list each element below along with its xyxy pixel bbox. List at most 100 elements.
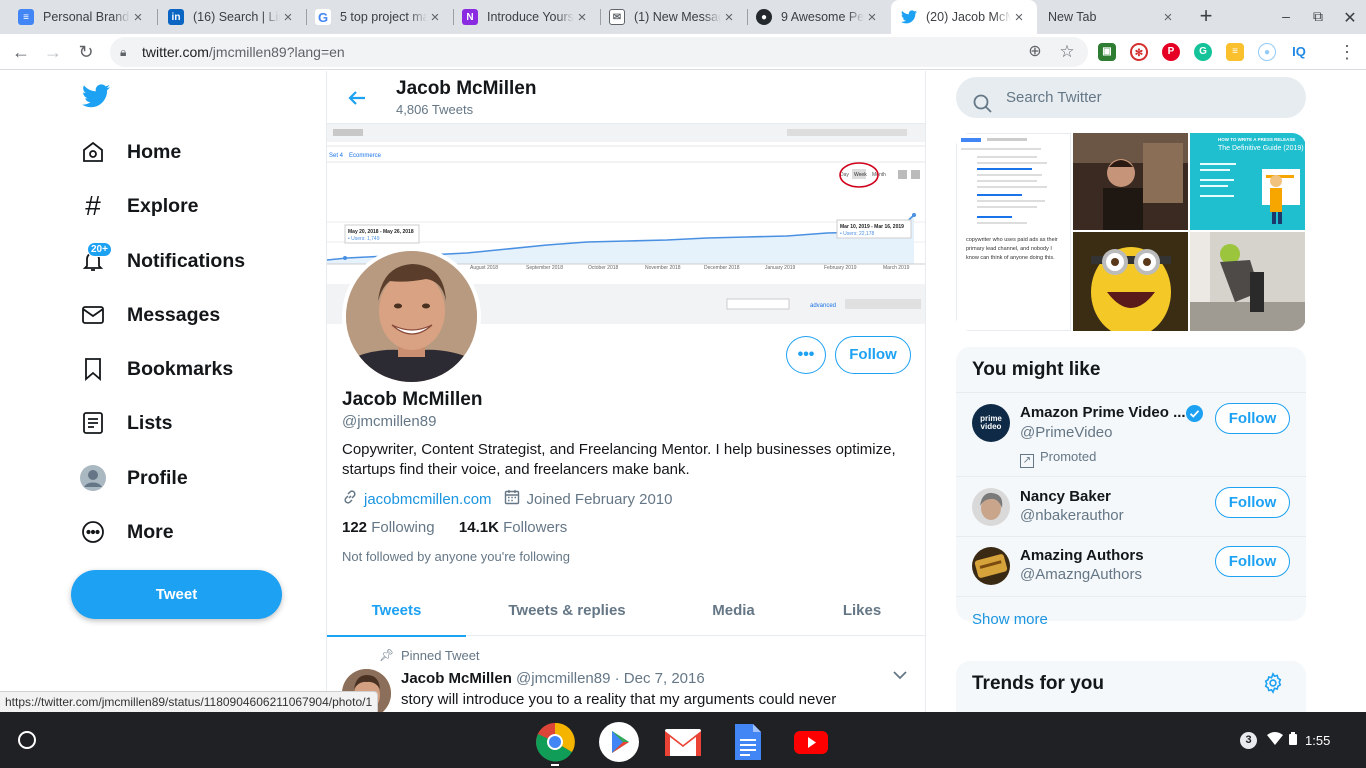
profile-follow-button[interactable]: Follow <box>835 336 911 374</box>
browser-tab-personal-brand[interactable]: ≡ Personal Brand × <box>8 0 156 34</box>
extension-lastpass-icon[interactable]: ✻ <box>1130 43 1148 61</box>
back-icon[interactable]: ← <box>10 41 32 63</box>
follow-button[interactable]: Follow <box>1215 487 1290 518</box>
browser-tab-google-search[interactable]: G 5 top project management × <box>305 0 453 34</box>
search-input[interactable]: Search Twitter <box>956 77 1306 118</box>
profile-more-button[interactable]: ••• <box>786 336 826 374</box>
profile-website-link[interactable]: jacobmcmillen.com <box>364 491 492 508</box>
media-thumb-document[interactable]: copywriter who uses paid ads as their pr… <box>956 133 1071 331</box>
twitter-logo-icon[interactable] <box>82 84 110 110</box>
nav-item-messages[interactable]: Messages <box>80 295 220 335</box>
follow-button[interactable]: Follow <box>1215 546 1290 577</box>
profile-follow-counts: 122 Following 14.1K Followers <box>342 519 567 536</box>
extension-pinterest-icon[interactable]: P <box>1162 43 1180 61</box>
extension-iq-icon[interactable]: IQ <box>1290 43 1308 61</box>
banner-set-label: Set 4 <box>329 153 344 159</box>
you-might-like-panel: You might like prime video Amazon Prime … <box>956 347 1306 628</box>
browser-tab-linkedin[interactable]: in (16) Search | LinkedIn × <box>158 0 306 34</box>
nav-item-explore[interactable]: # Explore <box>80 186 198 226</box>
extension-grammar-icon[interactable]: ▣ <box>1098 43 1116 61</box>
chrome-app-icon[interactable] <box>535 722 575 766</box>
banner-advanced-link: advanced <box>810 303 836 309</box>
google-docs-icon: ≡ <box>18 9 34 25</box>
close-tab-icon[interactable]: × <box>1160 9 1176 26</box>
nav-item-bookmarks[interactable]: Bookmarks <box>80 349 233 389</box>
twitter-left-nav: Home # Explore 20+ Notifications Message… <box>0 71 326 712</box>
close-window-icon[interactable]: ✕ <box>1340 8 1360 27</box>
browser-toolbar: ← → ↻ 🔒︎ twitter.com/jmcmillen89?lang=en… <box>0 34 1366 70</box>
nav-item-more[interactable]: More <box>80 512 174 552</box>
extension-grammarly-icon[interactable]: G <box>1194 43 1212 61</box>
profile-avatar[interactable] <box>342 247 481 386</box>
launcher-icon[interactable] <box>18 731 36 749</box>
twitter-icon <box>901 9 917 25</box>
tweet-date[interactable]: Dec 7, 2016 <box>624 670 705 687</box>
suggestion-item[interactable]: Amazing Authors @AmazngAuthors Follow <box>956 536 1306 596</box>
play-store-app-icon[interactable] <box>599 722 639 762</box>
minimize-icon[interactable]: – <box>1276 8 1296 26</box>
close-tab-icon[interactable]: × <box>427 9 443 26</box>
battery-icon <box>1289 732 1297 748</box>
close-tab-icon[interactable]: × <box>280 9 296 26</box>
system-tray[interactable]: 3 1:55 <box>1240 729 1330 751</box>
tab-tweets[interactable]: Tweets <box>327 584 466 637</box>
close-tab-icon[interactable]: × <box>574 9 590 26</box>
address-bar[interactable]: 🔒︎ twitter.com/jmcmillen89?lang=en <box>110 37 1088 67</box>
profile-handle: @jmcmillen89 <box>342 413 437 430</box>
close-tab-icon[interactable]: × <box>1011 9 1027 26</box>
restore-icon[interactable]: ⧉ <box>1308 8 1328 26</box>
extension-notes-icon[interactable]: ≡ <box>1226 43 1244 61</box>
browser-tab-twitter-active[interactable]: (20) Jacob McMillen × <box>891 0 1037 34</box>
search-placeholder: Search Twitter <box>1006 89 1102 106</box>
star-icon[interactable]: ☆ <box>1056 41 1078 63</box>
suggestion-handle: @nbakerauthor <box>1020 507 1124 524</box>
forward-icon[interactable]: → <box>42 41 64 63</box>
new-tab-button[interactable]: + <box>1196 3 1216 31</box>
tab-likes[interactable]: Likes <box>799 584 925 636</box>
browser-tab-awesome-personal[interactable]: ● 9 Awesome Personal × <box>746 0 890 34</box>
close-tab-icon[interactable]: × <box>721 9 737 26</box>
browser-tab-introduce-yourself[interactable]: N Introduce Yourself × <box>452 0 600 34</box>
close-tab-icon[interactable]: × <box>130 9 146 26</box>
nav-item-notifications[interactable]: 20+ Notifications <box>80 241 245 281</box>
tweet-text: story will introduce you to a reality th… <box>401 691 837 708</box>
tab-tweets-and-replies[interactable]: Tweets & replies <box>466 584 668 636</box>
hashtag-icon: # <box>85 190 101 221</box>
followers-link[interactable]: 14.1K Followers <box>459 519 567 536</box>
tweet-count: 4,806 Tweets <box>396 102 474 117</box>
banner-month-2: September 2018 <box>526 265 563 271</box>
profile-joined-date: Joined February 2010 <box>526 490 673 508</box>
tweet-author-name[interactable]: Jacob McMillen <box>401 670 512 687</box>
add-icon[interactable]: ⊕ <box>1024 41 1046 63</box>
youtube-app-icon[interactable] <box>791 722 831 762</box>
browser-menu-icon[interactable]: ⋮ <box>1336 41 1358 63</box>
show-more-link[interactable]: Show more <box>972 611 1048 628</box>
nav-item-home[interactable]: Home <box>80 132 181 172</box>
media-thumb-video[interactable] <box>1073 133 1188 230</box>
suggestion-item[interactable]: prime video Amazon Prime Video ... @Prim… <box>956 392 1306 476</box>
browser-tab-new-message[interactable]: ✉ (1) New Message × <box>599 0 747 34</box>
browser-tab-new-tab[interactable]: New Tab × <box>1038 0 1186 34</box>
follow-button[interactable]: Follow <box>1215 403 1290 434</box>
chevron-down-icon[interactable] <box>893 668 907 683</box>
google-docs-app-icon[interactable] <box>727 722 767 762</box>
profile-column: Jacob McMillen 4,806 Tweets Set 4 Ecomme… <box>326 71 926 712</box>
nav-item-profile[interactable]: Profile <box>80 458 188 498</box>
suggestion-item[interactable]: Nancy Baker @nbakerauthor Follow <box>956 476 1306 536</box>
tweet-button[interactable]: Tweet <box>71 570 282 619</box>
back-arrow-icon[interactable] <box>346 87 368 109</box>
media-thumb-press-release-guide[interactable]: HOW TO WRITE A PRESS RELEASE The Definit… <box>1190 133 1305 230</box>
profile-media-grid: copywriter who uses paid ads as their pr… <box>956 133 1306 331</box>
following-link[interactable]: 122 Following <box>342 519 435 536</box>
tab-media[interactable]: Media <box>668 584 799 636</box>
media-thumb-photo[interactable] <box>1190 232 1305 331</box>
close-tab-icon[interactable]: × <box>864 9 880 26</box>
nav-item-lists[interactable]: Lists <box>80 403 173 443</box>
media-thumb-minions[interactable] <box>1073 232 1188 331</box>
gmail-app-icon[interactable] <box>663 722 703 762</box>
settings-gear-icon[interactable] <box>1262 672 1284 699</box>
followers-count: 14.1K <box>458 519 499 536</box>
reload-icon[interactable]: ↻ <box>75 41 97 63</box>
profile-icon <box>80 465 106 491</box>
extension-circle-icon[interactable]: ● <box>1258 43 1276 61</box>
